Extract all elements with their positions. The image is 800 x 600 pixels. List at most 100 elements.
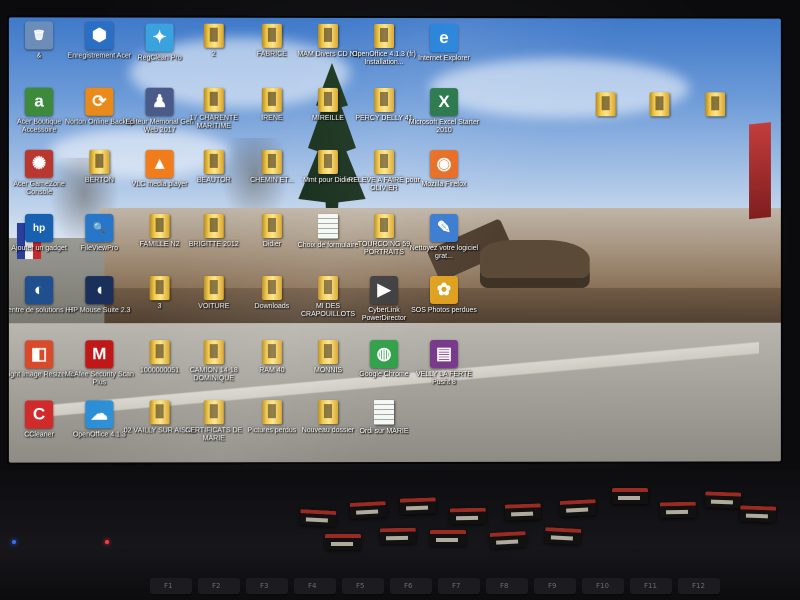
- desktop-shortcut-label: BEAUTOR: [196, 176, 231, 184]
- function-key[interactable]: F6: [390, 578, 432, 596]
- function-key[interactable]: F5: [342, 578, 384, 596]
- folder-icon: [89, 149, 110, 174]
- function-key-label: F7: [452, 582, 461, 590]
- folder-icon: [373, 213, 395, 238]
- folder-icon: [373, 87, 395, 112]
- desktop-shortcut-label: MONNIS: [313, 367, 342, 375]
- desktop-shortcut-label: Ordi sur MARIE: [359, 427, 409, 436]
- function-key-label: F5: [356, 582, 365, 590]
- function-key[interactable]: F1: [150, 578, 192, 596]
- cleaner-promo-icon: ✎: [429, 214, 458, 242]
- sd-card: [430, 530, 466, 546]
- sd-card-label: [745, 513, 768, 519]
- sd-card: [299, 509, 337, 527]
- folder-icon: [317, 87, 338, 112]
- winrar-archive-icon: ▤: [429, 339, 458, 368]
- folder-icon: [203, 23, 224, 48]
- folder-icon: [203, 400, 224, 425]
- function-key[interactable]: F3: [246, 578, 288, 596]
- desktop-shortcut[interactable]: X Microsoft Excel Starter 2010: [408, 88, 480, 135]
- desktop-shortcut-label: HP Mouse Suite 2.3: [68, 307, 131, 315]
- sd-card: [544, 527, 582, 545]
- folder-icon: [149, 340, 170, 365]
- function-key-label: F1: [164, 582, 173, 590]
- sd-card-label: [496, 539, 519, 545]
- desktop-shortcut-label: Internet Explorer: [418, 55, 470, 63]
- sd-card-label: [550, 535, 573, 541]
- sd-card: [559, 499, 597, 517]
- function-key[interactable]: F4: [294, 578, 336, 596]
- folder-icon: [373, 149, 395, 174]
- sd-card: [379, 527, 417, 545]
- desktop-shortcut[interactable]: Ordi sur MARIE: [348, 400, 420, 436]
- desktop-shortcut-label: 2: [211, 50, 216, 58]
- desktop-shortcut[interactable]: ▤ VELLY LA FERTE Pusht 8: [408, 339, 480, 387]
- hp-support-icon: ◐: [24, 276, 54, 305]
- sd-card-label: [511, 511, 534, 517]
- folder-icon: [203, 276, 224, 301]
- function-key[interactable]: F8: [486, 578, 528, 596]
- folder-icon: [261, 276, 282, 301]
- firefox-icon: ◉: [429, 150, 458, 179]
- desktop-shortcut[interactable]: e Internet Explorer: [408, 24, 480, 63]
- acer-registration-icon: ⬢: [85, 21, 114, 50]
- function-key-label: F4: [308, 582, 317, 590]
- function-key[interactable]: F2: [198, 578, 240, 596]
- folder-icon: [373, 23, 395, 48]
- acer-store-icon: a: [24, 87, 54, 116]
- sd-card-label: [566, 507, 589, 513]
- function-key[interactable]: F10: [582, 578, 624, 596]
- desktop-shortcut-label: PERCY DELLY 41: [355, 114, 413, 123]
- desktop-shortcut[interactable]: ✿ SOS Photos perdues: [408, 275, 480, 315]
- folder-icon: [261, 23, 282, 48]
- folder-icon: [317, 340, 338, 365]
- folder-icon: [261, 400, 282, 425]
- chrome-icon: ◍: [369, 339, 398, 369]
- memorial-editor-icon: ♟: [145, 87, 174, 116]
- function-key-label: F11: [644, 582, 657, 590]
- function-key[interactable]: F9: [534, 578, 576, 596]
- sd-card-label: [386, 535, 409, 541]
- folder-icon: [203, 87, 224, 112]
- function-key-label: F6: [404, 582, 413, 590]
- wallpaper-mural-tank: [479, 240, 590, 288]
- recycle-bin-icon: 🗑: [24, 21, 54, 50]
- sd-card: [739, 505, 777, 523]
- sd-card-label: [305, 517, 328, 523]
- desktop-shortcut-label: CCleaner: [24, 431, 54, 439]
- function-key[interactable]: F7: [438, 578, 480, 596]
- desktop-shortcut[interactable]: ✎ Nettoyez votre logiciel grat...: [408, 214, 480, 261]
- gamezone-icon: ✺: [24, 149, 54, 178]
- folder-icon: [595, 92, 616, 117]
- desktop-shortcut[interactable]: ◉ Mozilla Firefox: [408, 150, 480, 189]
- folder-icon: [149, 213, 170, 238]
- sos-photos-icon: ✿: [429, 275, 458, 304]
- desktop-shortcut-label: 1000000051: [140, 367, 180, 375]
- desktop-shortcut-label: OpenOffice 4.1.3: [72, 431, 126, 439]
- desktop-shortcut-label: FABRICE: [256, 50, 287, 58]
- function-key-label: F9: [548, 582, 557, 590]
- openoffice-icon: ☁: [85, 400, 114, 429]
- desktop-shortcut-label: Mozilla Firefox: [421, 181, 467, 189]
- desktop-shortcut-label: IRENE: [261, 114, 283, 122]
- desktop-shortcut-label: VOITURE: [198, 303, 230, 311]
- function-key[interactable]: F12: [678, 578, 720, 596]
- desktop-shortcut-label: MIREILLE: [311, 114, 344, 122]
- function-key-label: F12: [692, 582, 705, 590]
- folder-icon: [317, 149, 338, 174]
- sd-card: [504, 503, 542, 521]
- sd-card-label: [618, 496, 640, 500]
- desktop-shortcut-label: Enregistrement Acer: [67, 52, 132, 60]
- power-led: [12, 540, 16, 544]
- function-key[interactable]: F11: [630, 578, 672, 596]
- folder-icon: [203, 340, 224, 365]
- desktop-shortcut-label: RAM 40: [259, 367, 285, 375]
- desktop-shortcut[interactable]: [679, 92, 751, 119]
- sd-card: [659, 501, 697, 519]
- desktop-shortcut-label: RegClean Pro: [137, 54, 182, 62]
- laptop-keyboard: F1 F2 F3 F4 F5 F6 F7 F8 F9 F10 F11 F12: [0, 470, 800, 600]
- sd-card: [449, 507, 487, 525]
- sd-card-label: [456, 515, 479, 521]
- desktop-shortcut-label: BRIGITTE 2012: [188, 241, 239, 249]
- folder-icon: [649, 92, 670, 117]
